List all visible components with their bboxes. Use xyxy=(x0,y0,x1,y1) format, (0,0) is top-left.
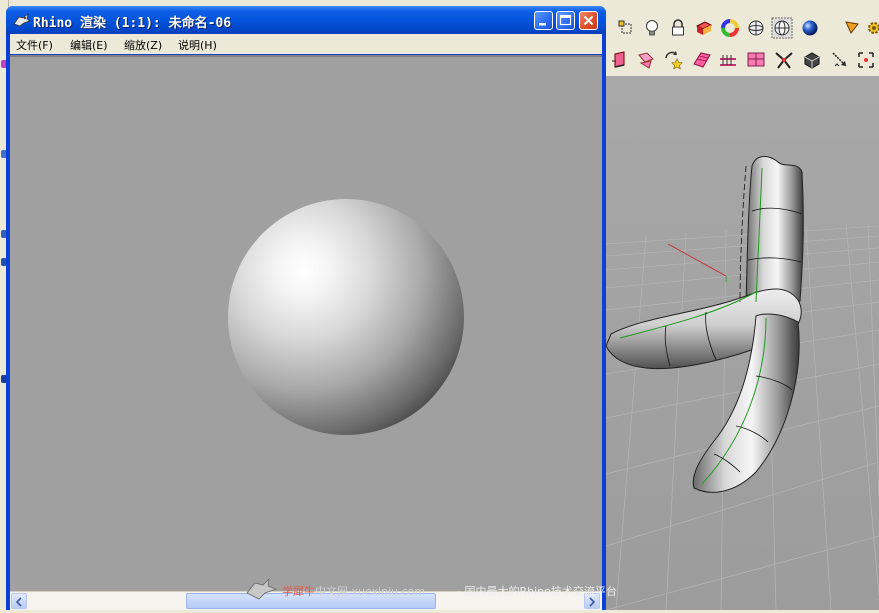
color-wheel-icon[interactable] xyxy=(718,16,742,40)
maximize-icon xyxy=(559,14,572,26)
watermark-site: 学犀牛中文网 xuexiniu.com xyxy=(282,583,425,599)
rhino-logo-icon xyxy=(246,577,278,600)
title-bar[interactable]: Rhino 渲染 (1:1): 未命名-06 xyxy=(6,6,606,34)
maximize-button[interactable] xyxy=(556,11,575,30)
menu-bar: 文件(F) 编辑(E) 缩放(Z) 说明(H) xyxy=(10,34,602,54)
close-icon xyxy=(583,15,594,26)
chevron-left-icon xyxy=(15,597,22,607)
loft-icon[interactable] xyxy=(744,48,768,72)
surface-patch-icon[interactable] xyxy=(690,48,714,72)
minimize-button[interactable] xyxy=(534,11,553,30)
close-button[interactable] xyxy=(579,11,598,30)
render-mesh-icon[interactable] xyxy=(692,16,716,40)
rotate-star-icon[interactable] xyxy=(662,48,686,72)
transform-handle-icon[interactable] xyxy=(854,48,878,72)
scroll-left-button[interactable] xyxy=(11,593,27,609)
arrow-diagonal-icon[interactable] xyxy=(828,48,852,72)
menu-file[interactable]: 文件(F) xyxy=(16,37,53,53)
render-canvas[interactable] xyxy=(10,55,602,591)
menu-edit[interactable]: 编辑(E) xyxy=(70,37,108,53)
menu-zoom[interactable]: 缩放(Z) xyxy=(124,37,162,53)
sphere-grid-icon[interactable] xyxy=(770,16,794,40)
menu-help[interactable]: 说明(H) xyxy=(178,37,217,53)
offset-surface-icon[interactable] xyxy=(716,48,740,72)
perspective-viewport[interactable] xyxy=(606,76,879,610)
window-title: Rhino 渲染 (1:1): 未命名-06 xyxy=(33,16,232,31)
watermark-brand: 学犀牛 xyxy=(282,585,315,598)
rendered-sphere xyxy=(228,199,464,435)
watermark-domain: 中文网 xuexiniu.com xyxy=(315,585,426,598)
render-window: Rhino 渲染 (1:1): 未命名-06 文件(F) 编辑(E) 缩放(Z)… xyxy=(6,6,606,610)
rhino-app-icon[interactable] xyxy=(13,12,31,28)
gear-icon[interactable] xyxy=(862,16,879,40)
background-toolbar xyxy=(606,14,879,76)
lock-icon[interactable] xyxy=(666,16,690,40)
extrude-curve-icon[interactable] xyxy=(608,48,632,72)
blend-surface-icon[interactable] xyxy=(634,48,658,72)
light-bulb-icon[interactable] xyxy=(640,16,664,40)
render-sphere-icon[interactable] xyxy=(798,16,822,40)
split-icon[interactable] xyxy=(772,48,796,72)
viewport-scene xyxy=(606,76,879,610)
solid-box-icon[interactable] xyxy=(800,48,824,72)
snap-point-icon[interactable] xyxy=(614,16,638,40)
sphere-wire-icon[interactable] xyxy=(744,16,768,40)
tool-arrow-icon[interactable] xyxy=(840,16,864,40)
watermark-slogan: - 国内最大的Rhino技术交流平台 xyxy=(457,585,617,598)
minimize-icon xyxy=(539,23,546,26)
